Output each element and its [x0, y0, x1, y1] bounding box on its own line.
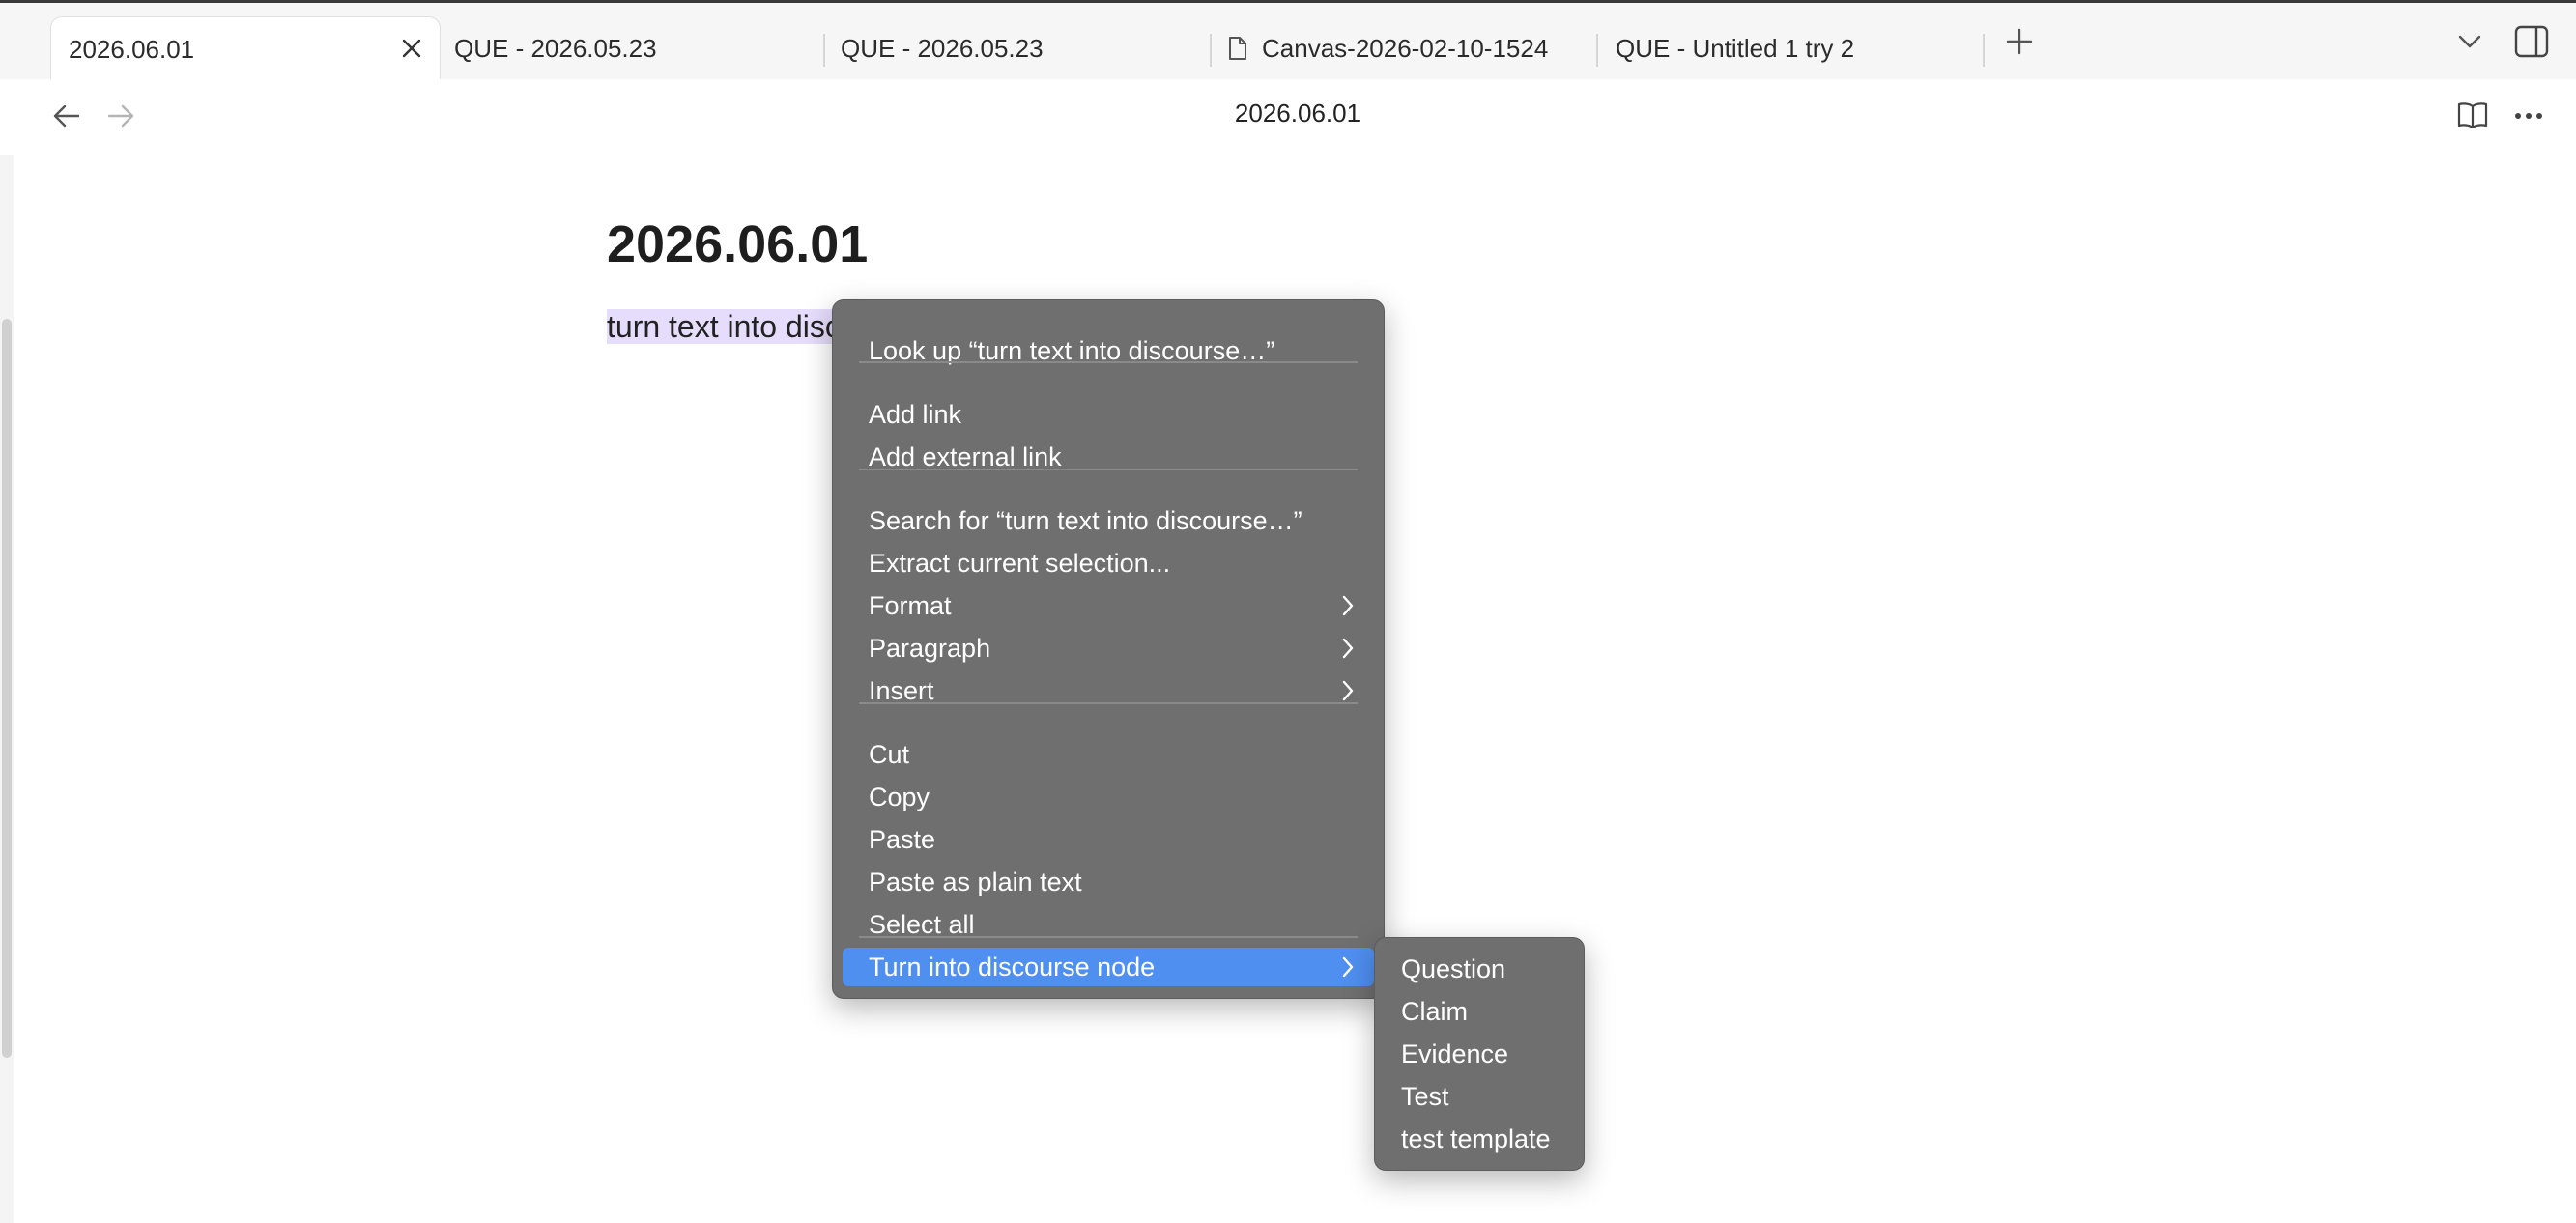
menu-separator: [859, 936, 1358, 938]
tab-que-untitled[interactable]: QUE - Untitled 1 try 2: [1616, 16, 1983, 80]
tab-canvas[interactable]: Canvas-2026-02-10-1524: [1227, 16, 1594, 80]
sidebar-toggle-icon[interactable]: [2514, 25, 2549, 58]
app-window: 2026.06.01 QUE - 2026.05.23 QUE - 2026.0…: [0, 0, 2576, 1223]
chevron-right-icon: [1341, 637, 1355, 660]
submenu-item-claim[interactable]: Claim: [1385, 992, 1574, 1031]
chevron-right-icon: [1341, 594, 1355, 617]
menu-item-paste[interactable]: Paste: [843, 820, 1374, 859]
menu-item-copy[interactable]: Copy: [843, 778, 1374, 816]
menu-item-turn-into-discourse-node[interactable]: Turn into discourse node: [843, 948, 1374, 986]
menu-separator: [859, 361, 1358, 363]
menu-item-add-link[interactable]: Add link: [843, 395, 1374, 434]
tab-divider: [1210, 34, 1212, 67]
chevron-down-icon[interactable]: [2456, 32, 2483, 51]
document-title[interactable]: 2026.06.01: [607, 214, 868, 274]
note-title-header: 2026.06.01: [1234, 99, 1361, 128]
new-tab-icon[interactable]: [2005, 27, 2034, 56]
left-scrollbar[interactable]: [0, 155, 14, 1223]
tab-label: QUE - 2026.05.23: [454, 33, 657, 63]
tab-2026-06-01[interactable]: 2026.06.01: [50, 16, 441, 81]
menu-item-format[interactable]: Format: [843, 586, 1374, 625]
chevron-right-icon: [1341, 679, 1355, 702]
menu-item-extract-selection[interactable]: Extract current selection...: [843, 544, 1374, 583]
submenu-item-evidence[interactable]: Evidence: [1385, 1035, 1574, 1073]
tab-que-2026-05-23-a[interactable]: QUE - 2026.05.23: [454, 16, 821, 80]
back-arrow-icon[interactable]: [52, 103, 81, 128]
tab-divider: [1596, 34, 1598, 67]
menu-item-select-all[interactable]: Select all: [843, 905, 1374, 944]
tab-label: Canvas-2026-02-10-1524: [1262, 33, 1549, 63]
context-menu: Look up “turn text into discourse…” Add …: [832, 299, 1385, 999]
submenu-item-test[interactable]: Test: [1385, 1077, 1574, 1116]
menu-separator: [859, 469, 1358, 470]
tab-bar: 2026.06.01 QUE - 2026.05.23 QUE - 2026.0…: [0, 3, 2576, 81]
forward-arrow-icon[interactable]: [106, 103, 135, 128]
file-icon: [1227, 36, 1248, 61]
chevron-right-icon: [1341, 955, 1355, 979]
more-options-icon[interactable]: [2514, 112, 2543, 120]
tab-label: QUE - Untitled 1 try 2: [1616, 33, 1855, 63]
menu-item-insert[interactable]: Insert: [843, 671, 1374, 710]
submenu-item-test-template[interactable]: test template: [1385, 1120, 1574, 1158]
menu-item-cut[interactable]: Cut: [843, 735, 1374, 774]
menu-separator: [859, 702, 1358, 704]
tab-label: QUE - 2026.05.23: [841, 33, 1044, 63]
menu-item-search-for[interactable]: Search for “turn text into discourse…”: [843, 501, 1374, 540]
submenu-item-question[interactable]: Question: [1385, 950, 1574, 988]
close-icon[interactable]: [399, 36, 424, 61]
discourse-node-submenu: Question Claim Evidence Test test templa…: [1374, 937, 1585, 1171]
menu-item-paragraph[interactable]: Paragraph: [843, 629, 1374, 668]
tab-divider: [823, 34, 825, 67]
navigation-header: 2026.06.01: [0, 79, 2576, 155]
tab-que-2026-05-23-b[interactable]: QUE - 2026.05.23: [841, 16, 1208, 80]
tab-divider: [1983, 34, 1985, 67]
tab-label: 2026.06.01: [69, 34, 195, 64]
scrollbar-thumb[interactable]: [2, 319, 12, 1058]
menu-item-add-external-link[interactable]: Add external link: [843, 438, 1374, 476]
reading-view-icon[interactable]: [2456, 100, 2489, 129]
menu-item-paste-plain-text[interactable]: Paste as plain text: [843, 863, 1374, 901]
menu-item-look-up[interactable]: Look up “turn text into discourse…”: [843, 331, 1374, 370]
